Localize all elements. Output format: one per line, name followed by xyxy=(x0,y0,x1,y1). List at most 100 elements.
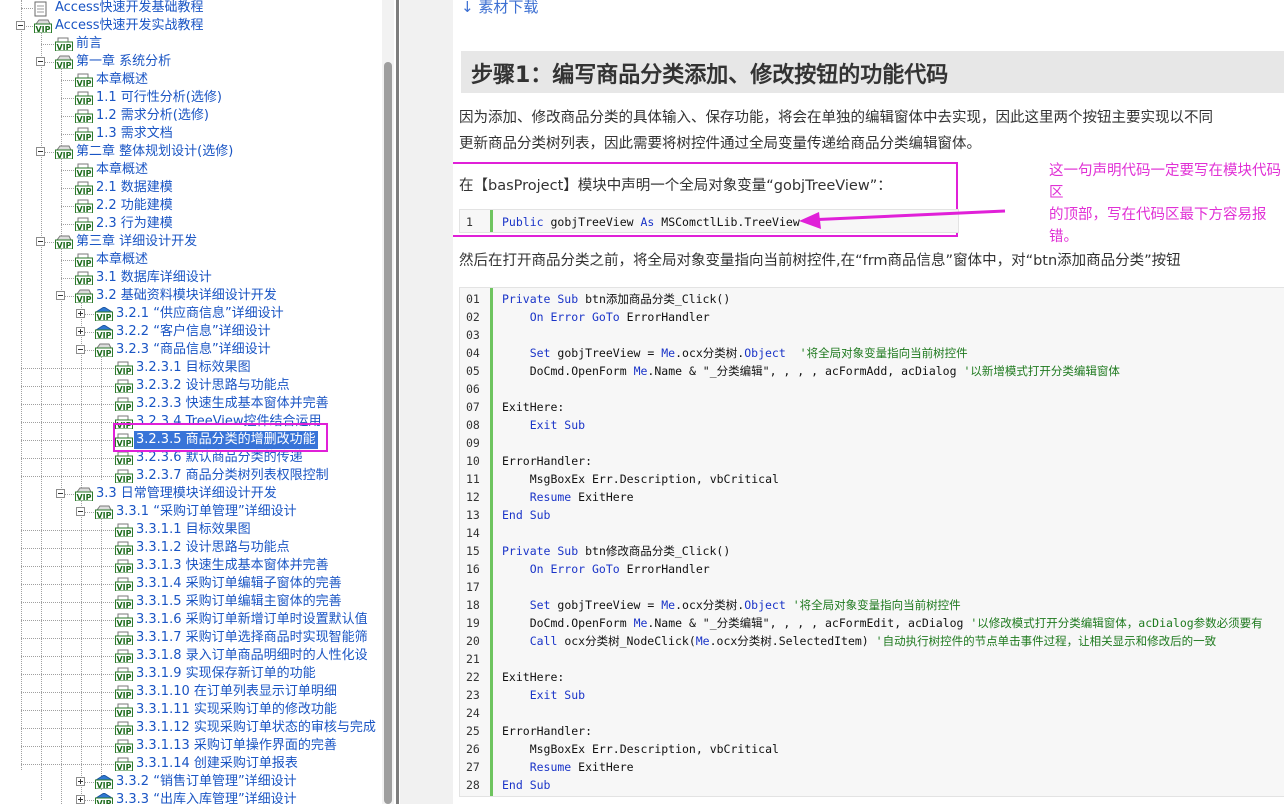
svg-text:VIP: VIP xyxy=(76,259,91,267)
tree-item-label: 本章概述 xyxy=(96,252,149,267)
collapse-icon[interactable] xyxy=(56,291,65,300)
code-keyword: Resume xyxy=(502,490,579,504)
vip-page-icon: VIP xyxy=(115,397,133,412)
vip-page-icon: VIP xyxy=(75,271,93,286)
code-token: ErrorHandler: xyxy=(502,454,593,468)
code-text: Resume ExitHere xyxy=(502,488,634,506)
tree-scrollbar-thumb[interactable] xyxy=(384,62,392,804)
collapse-icon[interactable] xyxy=(56,489,65,498)
vip-page-icon: VIP xyxy=(115,595,133,610)
tree-connector xyxy=(61,260,74,261)
collapse-icon[interactable] xyxy=(36,237,45,246)
svg-text:VIP: VIP xyxy=(96,799,111,804)
code-line: 22 ExitHere: xyxy=(460,668,1284,686)
then-paragraph: 然后在打开商品分类之前，将全局对象变量指向当前树控件,在“frm商品信息”窗体中… xyxy=(459,253,1181,269)
code-keyword: Exit Sub xyxy=(502,688,586,702)
tree-item-label: 3.3.1.1 目标效果图 xyxy=(136,522,251,537)
tree-item-label: 3.2.3.2 设计思路与功能点 xyxy=(136,378,290,393)
tree-item-label: 3.3.1.9 实现保存新订单的功能 xyxy=(136,666,316,681)
code-keyword: Set xyxy=(502,598,558,612)
article: ↓ 素材下载 步骤1：编写商品分类添加、修改按钮的功能代码 因为添加、修改商品分… xyxy=(453,0,1284,804)
tree-item-label: 3.3.1.10 在订单列表显示订单明细 xyxy=(136,684,337,699)
annotation-line-1: 这一句声明代码一定要写在模块代码区 xyxy=(1049,163,1281,201)
code-token: MsgBoxEx Err.Description, vbCritical xyxy=(502,472,779,486)
step-heading-bar: 步骤1：编写商品分类添加、修改按钮的功能代码 xyxy=(461,51,1284,93)
vip-page-icon: VIP xyxy=(115,451,133,466)
code-keyword: Set xyxy=(502,346,558,360)
svg-text:VIP: VIP xyxy=(116,583,131,591)
expand-icon[interactable] xyxy=(76,777,85,786)
collapse-icon[interactable] xyxy=(36,147,45,156)
tree-item-label: 1.3 需求文档 xyxy=(96,126,173,141)
vip-folder-icon: VIP xyxy=(55,145,73,160)
vip-page-icon: VIP xyxy=(75,253,93,268)
code-keyword: Object xyxy=(744,346,786,360)
tree-item-label: Access快速开发基础教程 xyxy=(55,0,204,15)
vip-page-icon: VIP xyxy=(75,91,93,106)
code-line: 01 Private Sub btn添加商品分类_Click() xyxy=(460,290,1284,308)
code-keyword: Exit Sub xyxy=(502,418,586,432)
line-number: 05 xyxy=(466,364,480,378)
code-token: ExitHere: xyxy=(502,670,565,684)
code-token: .Name & "_分类编辑", , , , acFormAdd, acDial… xyxy=(647,364,964,378)
download-link[interactable]: ↓ 素材下载 xyxy=(461,0,538,17)
code-text: ErrorHandler: xyxy=(502,452,592,470)
selected-item-highlight-box xyxy=(113,423,328,452)
expand-icon[interactable] xyxy=(76,795,85,804)
code-token: .Name & "_分类编辑", , , , acFormEdit, acDia… xyxy=(647,616,971,630)
code-text: MsgBoxEx Err.Description, vbCritical xyxy=(502,740,779,758)
tree-item-label: 1.1 可行性分析(选修) xyxy=(96,90,222,105)
tree-scrollbar[interactable] xyxy=(382,0,394,804)
svg-text:VIP: VIP xyxy=(76,223,91,231)
code-text: Exit Sub xyxy=(502,416,585,434)
tree-item-label: 第二章 整体规划设计(选修) xyxy=(76,144,234,159)
tree-item-label: 3.3.1.12 实现采购订单状态的审核与完成 xyxy=(136,720,376,735)
svg-text:VIP: VIP xyxy=(76,97,91,105)
code-comment: '以新增模式打开分类编辑窗体 xyxy=(963,364,1120,378)
book-icon xyxy=(34,1,52,17)
tree-item-label: 3.2.1 “供应商信息”详细设计 xyxy=(116,306,284,321)
tree-connector xyxy=(61,188,74,189)
collapse-icon[interactable] xyxy=(76,345,85,354)
tree-item-label: 3.3.1.3 快速生成基本窗体并完善 xyxy=(136,558,329,573)
vip-page-icon: VIP xyxy=(115,577,133,592)
svg-text:VIP: VIP xyxy=(116,403,131,411)
expand-icon[interactable] xyxy=(76,327,85,336)
code-token: gobjTreeView xyxy=(550,215,641,229)
code-text: Exit Sub xyxy=(502,686,585,704)
tree-item-label: 3.2 基础资料模块详细设计开发 xyxy=(96,288,277,303)
code-line: 17 xyxy=(460,578,1284,596)
tree-item-label: 3.3.1.7 采购订单选择商品时实现智能筛 xyxy=(136,630,368,645)
pane-splitter[interactable] xyxy=(396,0,399,804)
code-keyword: Me xyxy=(661,346,676,360)
code-token: ErrorHandler xyxy=(626,310,710,324)
vip-page-icon: VIP xyxy=(115,703,133,718)
line-number: 17 xyxy=(466,580,480,594)
line-number: 18 xyxy=(466,598,480,612)
vip-page-icon: VIP xyxy=(115,469,133,484)
intro-paragraph-line-2: 更新商品分类树列表，因此需要将树控件通过全局变量传递给商品分类编辑窗体。 xyxy=(459,136,981,152)
code-line: 08 Exit Sub xyxy=(460,416,1284,434)
svg-text:VIP: VIP xyxy=(116,565,131,573)
vip-book-icon: VIP xyxy=(94,774,114,790)
code-text: Private Sub btn修改商品分类_Click() xyxy=(502,542,730,560)
svg-text:VIP: VIP xyxy=(76,133,91,141)
code-token: MSComctlLib.TreeView xyxy=(661,215,800,229)
line-number: 16 xyxy=(466,562,480,576)
code-line: 10 ErrorHandler: xyxy=(460,452,1284,470)
code-keyword: Public xyxy=(502,215,551,229)
vip-book-icon: VIP xyxy=(94,324,114,340)
svg-text:VIP: VIP xyxy=(35,25,50,33)
code-token: btn修改商品分类_Click() xyxy=(585,544,731,558)
tree-connector xyxy=(61,80,74,81)
line-number: 01 xyxy=(466,292,480,306)
collapse-icon[interactable] xyxy=(76,507,85,516)
collapse-icon[interactable] xyxy=(16,21,25,30)
vip-folder-icon: VIP xyxy=(95,343,113,358)
svg-text:VIP: VIP xyxy=(116,529,131,537)
code-text: Call ocx分类树_NodeClick(Me.ocx分类树.Selected… xyxy=(502,632,1216,650)
vip-page-icon: VIP xyxy=(115,721,133,736)
code-line: 18 Set gobjTreeView = Me.ocx分类树.Object '… xyxy=(460,596,1284,614)
expand-icon[interactable] xyxy=(76,309,85,318)
collapse-icon[interactable] xyxy=(36,57,45,66)
